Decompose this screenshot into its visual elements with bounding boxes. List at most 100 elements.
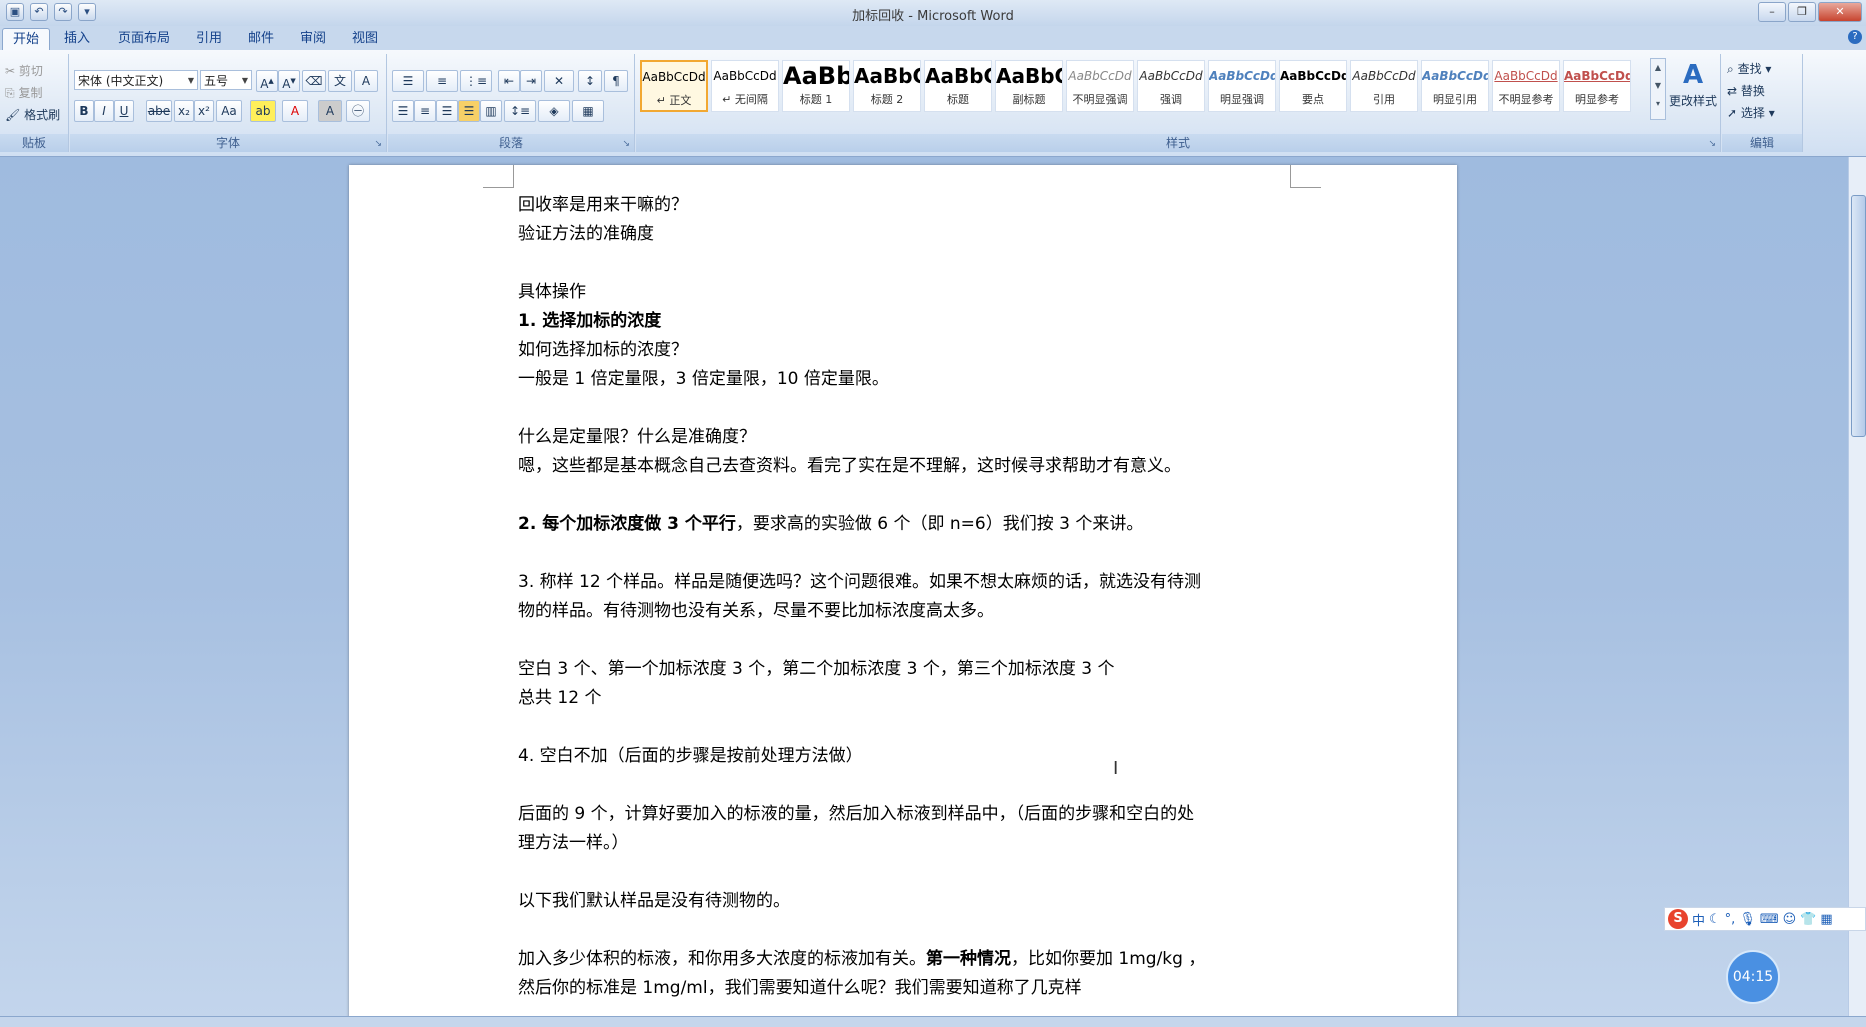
style-name: 明显强调 xyxy=(1220,93,1264,106)
recording-timer[interactable]: 04:15 xyxy=(1726,950,1780,1004)
character-shading-button[interactable]: A xyxy=(318,100,342,122)
tab-mailings[interactable]: 邮件 xyxy=(238,28,284,50)
style-item[interactable]: AaBbCcDd 明显参考 xyxy=(1563,60,1631,112)
keyboard-icon[interactable]: ⌨ xyxy=(1760,912,1779,927)
style-item[interactable]: AaBbC 标题 2 xyxy=(853,60,921,112)
document-page[interactable]: 回收率是用来干嘛的？ 验证方法的准确度 具体操作 1. 选择加标的浓度 如何选择… xyxy=(349,165,1457,1016)
sort-button[interactable]: ↕ xyxy=(578,70,602,92)
tab-page-layout[interactable]: 页面布局 xyxy=(108,28,180,50)
ime-language-indicator[interactable]: 中 xyxy=(1692,910,1705,929)
window-title: 加标回收 - Microsoft Word xyxy=(852,9,1014,24)
grid-icon[interactable]: ▦ xyxy=(1820,912,1832,927)
moon-icon[interactable]: ☾ xyxy=(1709,912,1721,927)
dialog-launcher-icon[interactable]: ↘ xyxy=(374,139,382,149)
asian-layout-button[interactable]: ✕ xyxy=(544,70,574,92)
vertical-scrollbar[interactable] xyxy=(1848,157,1866,1016)
align-left-button[interactable]: ☰ xyxy=(392,100,414,122)
bold-button[interactable]: B xyxy=(74,100,94,122)
decrease-indent-button[interactable]: ⇤ xyxy=(498,70,520,92)
tab-references[interactable]: 引用 xyxy=(186,28,232,50)
phonetic-guide-button[interactable]: 文 xyxy=(328,70,352,92)
line-spacing-button[interactable]: ↕≡ xyxy=(504,100,536,122)
show-marks-button[interactable]: ¶ xyxy=(604,70,628,92)
find-button[interactable]: ⌕ 查找 ▾ xyxy=(1726,58,1798,80)
align-right-button[interactable]: ☰ xyxy=(436,100,458,122)
style-item[interactable]: AaBbCcDd ↵ 正文 xyxy=(640,60,708,112)
shrink-font-button[interactable]: A▼ xyxy=(278,70,300,92)
highlight-button[interactable]: ab xyxy=(250,100,276,122)
select-button[interactable]: ➚ 选择 ▾ xyxy=(1726,102,1798,124)
superscript-button[interactable]: x² xyxy=(194,100,214,122)
sogou-logo-icon[interactable]: S xyxy=(1668,909,1688,929)
clear-format-button[interactable]: ⌫ xyxy=(302,70,326,92)
dialog-launcher-icon[interactable]: ↘ xyxy=(622,139,630,149)
tab-insert[interactable]: 插入 xyxy=(54,28,100,50)
underline-button[interactable]: U xyxy=(114,100,134,122)
align-center-button[interactable]: ≡ xyxy=(414,100,436,122)
style-item[interactable]: AaBbCcDd 不明显参考 xyxy=(1492,60,1560,112)
document-area: 回收率是用来干嘛的？ 验证方法的准确度 具体操作 1. 选择加标的浓度 如何选择… xyxy=(0,157,1848,1016)
style-item[interactable]: AaBbC 副标题 xyxy=(995,60,1063,112)
style-item[interactable]: AaBbCcDd 不明显强调 xyxy=(1066,60,1134,112)
increase-indent-button[interactable]: ⇥ xyxy=(520,70,542,92)
cut-button[interactable]: ✂ 剪切 xyxy=(4,60,66,82)
character-border-button[interactable]: A xyxy=(354,70,378,92)
tab-view[interactable]: 视图 xyxy=(342,28,388,50)
style-sample: AaBbCcDd xyxy=(1564,69,1631,83)
ribbon-tabs: 开始 插入 页面布局 引用 邮件 审阅 视图 ? xyxy=(0,26,1866,51)
bold-text: 2. 每个加标浓度做 3 个平行 xyxy=(518,514,736,534)
style-sample: AaBbCcDd xyxy=(713,69,777,83)
subscript-button[interactable]: x₂ xyxy=(174,100,194,122)
style-item[interactable]: AaBbCcDd 要点 xyxy=(1279,60,1347,112)
microphone-icon[interactable]: 🎙 xyxy=(1739,912,1756,927)
maximize-button[interactable]: ❐ xyxy=(1788,2,1816,22)
shading-button[interactable]: ◈ xyxy=(538,100,570,122)
styles-scroll[interactable]: ▲ ▼ ▾ xyxy=(1650,58,1666,120)
grow-font-button[interactable]: A▲ xyxy=(256,70,278,92)
strikethrough-button[interactable]: abe xyxy=(146,100,172,122)
format-painter-button[interactable]: 🖌 格式刷 xyxy=(4,104,66,126)
change-styles-button[interactable]: A 更改样式 xyxy=(1668,58,1718,128)
style-name: 标题 1 xyxy=(799,93,833,106)
style-name: 不明显强调 xyxy=(1072,93,1128,106)
tab-home[interactable]: 开始 xyxy=(2,28,51,51)
enclose-characters-button[interactable]: ㊀ xyxy=(346,100,370,122)
clipboard-group-label: 贴板 xyxy=(0,134,68,152)
font-color-button[interactable]: A xyxy=(282,100,308,122)
style-item[interactable]: AaBbCcDd 明显引用 xyxy=(1421,60,1489,112)
document-body[interactable]: 回收率是用来干嘛的？ 验证方法的准确度 具体操作 1. 选择加标的浓度 如何选择… xyxy=(518,191,1298,1003)
numbering-button[interactable]: ≡ xyxy=(426,70,458,92)
help-icon[interactable]: ? xyxy=(1848,30,1862,44)
borders-button[interactable]: ▦ xyxy=(572,100,604,122)
italic-button[interactable]: I xyxy=(94,100,114,122)
close-button[interactable]: ✕ xyxy=(1818,2,1862,22)
font-name-combo[interactable]: 宋体 (中文正文) ▼ xyxy=(74,70,198,90)
font-group: 宋体 (中文正文) ▼ 五号 ▼ A▲ A▼ ⌫ 文 A B I U abe x₂ … xyxy=(70,54,387,152)
style-item[interactable]: AaBbCcDd 强调 xyxy=(1137,60,1205,112)
scrollbar-thumb[interactable] xyxy=(1851,195,1866,437)
style-item[interactable]: AaBbCcDd 明显强调 xyxy=(1208,60,1276,112)
distributed-button[interactable]: ▥ xyxy=(480,100,502,122)
user-icon[interactable]: ☺ xyxy=(1783,912,1797,927)
change-case-button[interactable]: Aa xyxy=(216,100,242,122)
empty-paragraph xyxy=(518,249,1298,278)
bullets-button[interactable]: ☰ xyxy=(392,70,424,92)
justify-button[interactable]: ☰ xyxy=(458,100,480,122)
clipboard-group: ✂ 剪切 ⎘ 复制 🖌 格式刷 贴板 xyxy=(0,54,69,152)
style-item[interactable]: AaBbCcDd ↵ 无间隔 xyxy=(711,60,779,112)
style-item[interactable]: AaBb 标题 1 xyxy=(782,60,850,112)
style-item[interactable]: AaBbC 标题 xyxy=(924,60,992,112)
punctuation-icon[interactable]: °, xyxy=(1725,912,1736,927)
shirt-icon[interactable]: 👕 xyxy=(1800,912,1816,927)
font-size-combo[interactable]: 五号 ▼ xyxy=(200,70,252,90)
multilevel-list-button[interactable]: ⋮≡ xyxy=(460,70,492,92)
replace-button[interactable]: ⇄ 替换 xyxy=(1726,80,1798,102)
copy-button[interactable]: ⎘ 复制 xyxy=(4,82,66,104)
minimize-button[interactable]: – xyxy=(1758,2,1786,22)
dialog-launcher-icon[interactable]: ↘ xyxy=(1708,139,1716,149)
style-name: 明显引用 xyxy=(1433,93,1477,106)
chevron-down-icon: ▼ xyxy=(241,76,248,85)
tab-review[interactable]: 审阅 xyxy=(290,28,336,50)
style-item[interactable]: AaBbCcDd 引用 xyxy=(1350,60,1418,112)
paragraph-text: ，比如你要加 1mg/kg ， xyxy=(1011,949,1206,969)
